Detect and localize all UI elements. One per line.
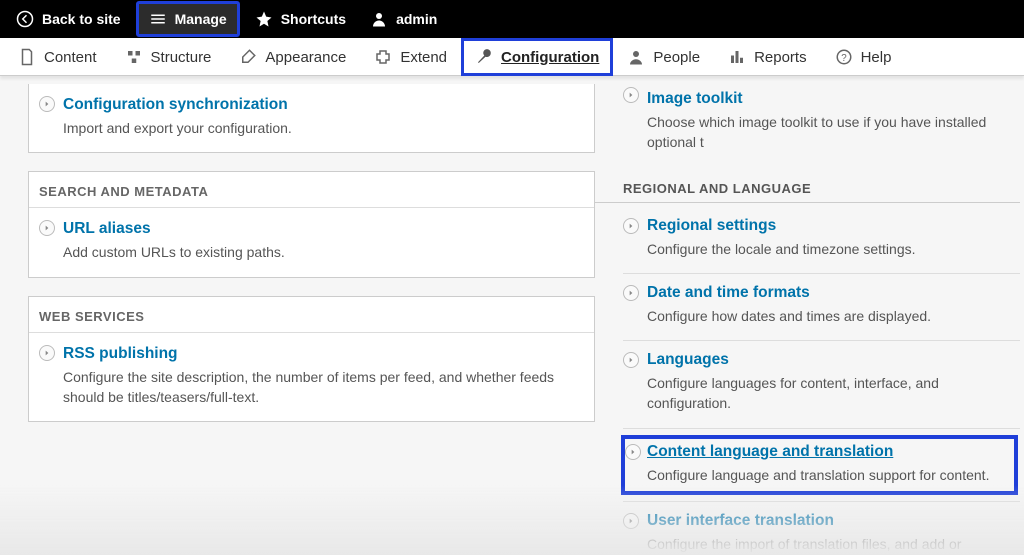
help-icon: ? <box>835 48 853 66</box>
tab-help-label: Help <box>861 49 892 66</box>
chevron-left-icon <box>16 10 34 28</box>
wrench-icon <box>475 48 493 66</box>
paintbrush-icon <box>239 48 257 66</box>
tab-appearance[interactable]: Appearance <box>225 38 360 76</box>
chevron-right-icon <box>623 513 639 529</box>
rss-link[interactable]: RSS publishing <box>63 345 580 363</box>
tab-configuration[interactable]: Configuration <box>461 38 613 76</box>
back-to-site-label: Back to site <box>42 11 121 27</box>
manage-label: Manage <box>175 11 227 27</box>
structure-icon <box>125 48 143 66</box>
config-right-column: Image toolkit Choose which image toolkit… <box>595 76 1024 555</box>
item-config-sync[interactable]: Configuration synchronization Import and… <box>29 84 594 152</box>
tab-content[interactable]: Content <box>4 38 111 76</box>
date-time-desc: Configure how dates and times are displa… <box>647 306 1010 326</box>
languages-desc: Configure languages for content, interfa… <box>647 373 1010 414</box>
chevron-right-icon <box>39 220 55 236</box>
person-icon <box>627 48 645 66</box>
tab-extend-label: Extend <box>400 49 447 66</box>
tab-people[interactable]: People <box>613 38 714 76</box>
languages-link[interactable]: Languages <box>647 351 1010 369</box>
panel-search-metadata: SEARCH AND METADATA URL aliases Add cust… <box>28 171 595 277</box>
config-page: Configuration synchronization Import and… <box>0 76 1024 555</box>
content-language-link[interactable]: Content language and translation <box>647 443 1006 461</box>
tab-appearance-label: Appearance <box>265 49 346 66</box>
item-date-time[interactable]: Date and time formats Configure how date… <box>595 274 1024 338</box>
config-sync-link[interactable]: Configuration synchronization <box>63 96 580 114</box>
chevron-right-icon <box>39 96 55 112</box>
tab-reports[interactable]: Reports <box>714 38 821 76</box>
tab-structure-label: Structure <box>151 49 212 66</box>
tab-content-label: Content <box>44 49 97 66</box>
chevron-right-icon <box>623 352 639 368</box>
chevron-right-icon <box>623 87 639 103</box>
tab-help[interactable]: ? Help <box>821 38 906 76</box>
config-sync-desc: Import and export your configuration. <box>63 118 580 138</box>
item-ui-translation[interactable]: User interface translation Configure the… <box>595 502 1024 555</box>
file-icon <box>18 48 36 66</box>
url-aliases-link[interactable]: URL aliases <box>63 220 580 238</box>
date-time-link[interactable]: Date and time formats <box>647 284 1010 302</box>
chevron-right-icon <box>623 285 639 301</box>
tab-reports-label: Reports <box>754 49 807 66</box>
chevron-right-icon <box>625 444 641 460</box>
tab-extend[interactable]: Extend <box>360 38 461 76</box>
manage-toggle[interactable]: Manage <box>137 2 239 36</box>
star-icon <box>255 10 273 28</box>
content-language-desc: Configure language and translation suppo… <box>647 465 1006 485</box>
item-rss[interactable]: RSS publishing Configure the site descri… <box>29 332 594 422</box>
svg-text:?: ? <box>841 53 847 64</box>
item-content-language-translation[interactable]: Content language and translation Configu… <box>619 433 1020 497</box>
config-left-column: Configuration synchronization Import and… <box>0 76 595 555</box>
ui-translation-desc: Configure the import of translation file… <box>647 534 1010 555</box>
tab-structure[interactable]: Structure <box>111 38 226 76</box>
user-menu[interactable]: admin <box>358 2 449 36</box>
search-metadata-header: SEARCH AND METADATA <box>29 172 594 207</box>
puzzle-icon <box>374 48 392 66</box>
bar-chart-icon <box>728 48 746 66</box>
regional-settings-desc: Configure the locale and timezone settin… <box>647 239 1010 259</box>
tab-people-label: People <box>653 49 700 66</box>
item-image-toolkit[interactable]: Image toolkit Choose which image toolkit… <box>595 76 1024 165</box>
image-toolkit-link[interactable]: Image toolkit <box>647 90 1010 108</box>
web-services-header: WEB SERVICES <box>29 297 594 332</box>
divider <box>623 428 1020 429</box>
regional-language-header: REGIONAL AND LANGUAGE <box>595 165 1020 203</box>
image-toolkit-desc: Choose which image toolkit to use if you… <box>647 112 1010 153</box>
item-regional-settings[interactable]: Regional settings Configure the locale a… <box>595 207 1024 271</box>
back-to-site[interactable]: Back to site <box>4 2 133 36</box>
rss-desc: Configure the site description, the numb… <box>63 367 580 408</box>
tab-configuration-label: Configuration <box>501 49 599 66</box>
admin-toolbar: Back to site Manage Shortcuts admin <box>0 0 1024 38</box>
hamburger-icon <box>149 10 167 28</box>
item-url-aliases[interactable]: URL aliases Add custom URLs to existing … <box>29 207 594 276</box>
panel-web-services: WEB SERVICES RSS publishing Configure th… <box>28 296 595 423</box>
regional-settings-link[interactable]: Regional settings <box>647 217 1010 235</box>
user-icon <box>370 10 388 28</box>
ui-translation-link[interactable]: User interface translation <box>647 512 1010 530</box>
shortcuts-toggle[interactable]: Shortcuts <box>243 2 358 36</box>
url-aliases-desc: Add custom URLs to existing paths. <box>63 242 580 262</box>
admin-menu: Content Structure Appearance Extend Conf… <box>0 38 1024 76</box>
item-languages[interactable]: Languages Configure languages for conten… <box>595 341 1024 426</box>
panel-config-management: Configuration synchronization Import and… <box>28 84 595 153</box>
chevron-right-icon <box>623 218 639 234</box>
chevron-right-icon <box>39 345 55 361</box>
shortcuts-label: Shortcuts <box>281 11 346 27</box>
user-label: admin <box>396 11 437 27</box>
